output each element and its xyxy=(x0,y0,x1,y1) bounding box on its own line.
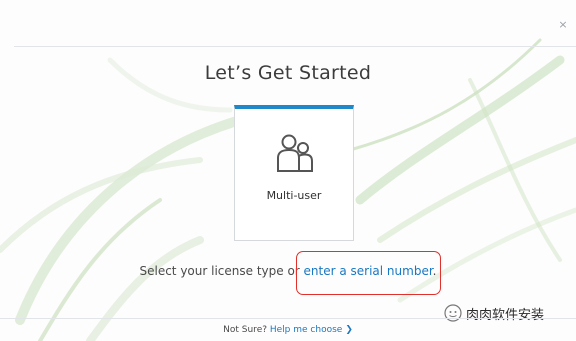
prompt-text: Select your license type or xyxy=(139,264,304,278)
wechat-logo-icon xyxy=(444,304,462,322)
watermark-text: 肉肉软件安装 xyxy=(466,307,545,323)
license-prompt: Select your license type or enter a seri… xyxy=(0,264,576,278)
prompt-period: . xyxy=(432,264,437,278)
watermark: 肉肉软件安装 xyxy=(444,304,545,323)
enter-serial-number-link[interactable]: enter a serial number xyxy=(304,264,433,278)
page-title: Let’s Get Started xyxy=(204,62,372,84)
bottom-divider xyxy=(0,318,576,319)
license-dialog: × Let’s Get Started Multi-user Select yo… xyxy=(0,0,576,341)
close-icon: × xyxy=(558,18,568,31)
help-me-choose-link[interactable]: Help me choose xyxy=(270,325,342,335)
top-divider xyxy=(14,46,576,47)
multi-user-icon xyxy=(277,134,313,172)
close-button[interactable]: × xyxy=(556,18,570,32)
footer: Not Sure? Help me choose ❯ xyxy=(0,325,576,335)
chevron-right-icon[interactable]: ❯ xyxy=(345,325,353,335)
footer-question: Not Sure? xyxy=(223,325,270,335)
license-option-multi-user[interactable]: Multi-user xyxy=(234,105,354,241)
license-option-label: Multi-user xyxy=(266,189,322,202)
